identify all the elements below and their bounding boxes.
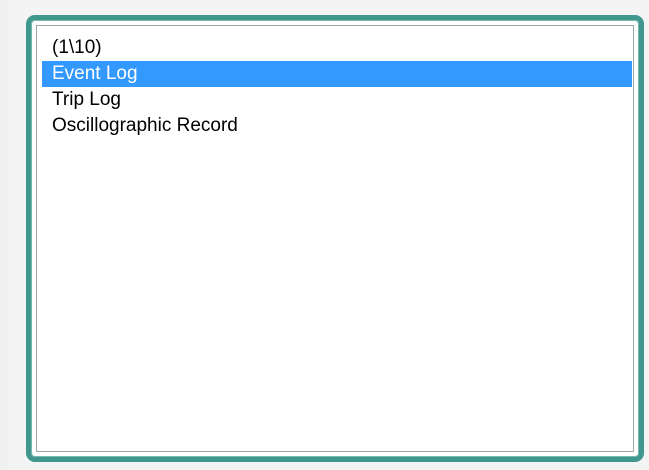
- listbox-frame: (1\10) Event Log Trip Log Oscillographic…: [26, 15, 644, 462]
- list-item-page-indicator[interactable]: (1\10): [42, 35, 632, 61]
- record-type-listbox[interactable]: (1\10) Event Log Trip Log Oscillographic…: [36, 25, 634, 452]
- list-item-trip-log[interactable]: Trip Log: [42, 87, 632, 113]
- list-item-oscillographic-record[interactable]: Oscillographic Record: [42, 113, 632, 139]
- list-item-event-log[interactable]: Event Log: [42, 61, 632, 87]
- record-type-list: (1\10) Event Log Trip Log Oscillographic…: [42, 35, 632, 139]
